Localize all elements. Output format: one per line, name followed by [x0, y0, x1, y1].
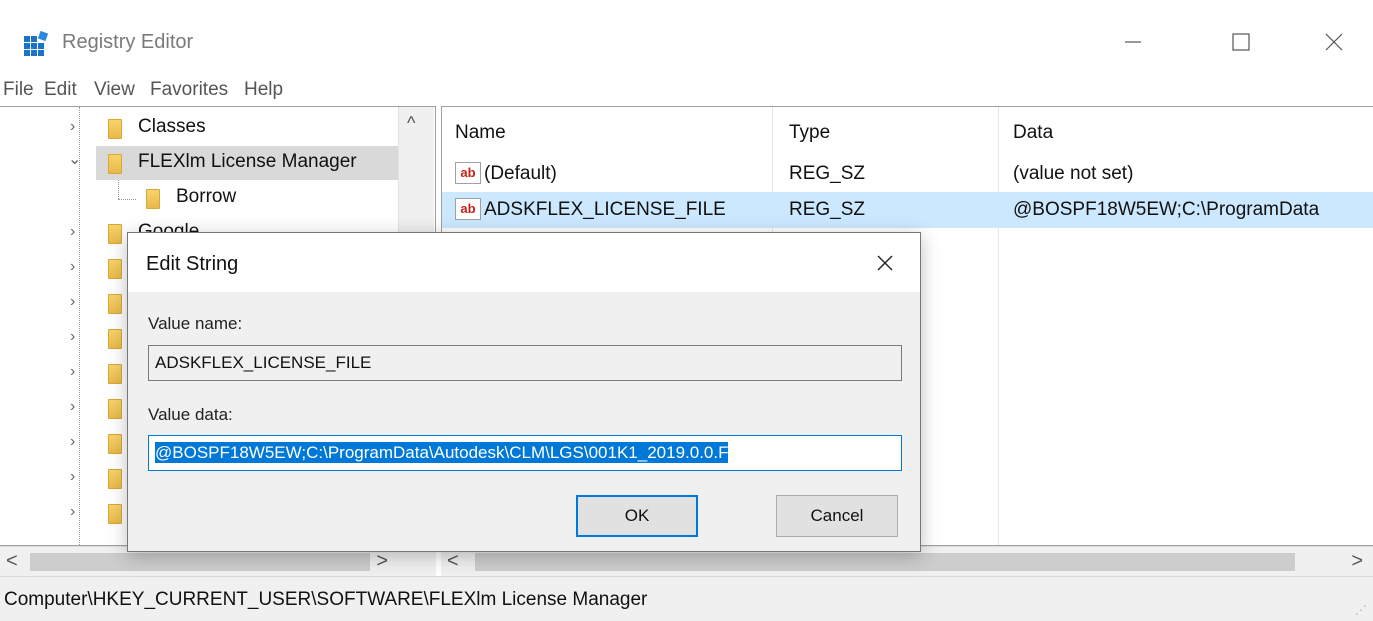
- folder-icon: [108, 294, 122, 314]
- scroll-right-icon[interactable]: >: [1351, 550, 1363, 573]
- expand-chevron-icon[interactable]: ›: [70, 398, 84, 416]
- dialog-close-button[interactable]: [868, 248, 902, 278]
- menu-file[interactable]: File: [3, 79, 34, 101]
- maximize-icon: [1232, 33, 1250, 51]
- folder-icon: [108, 259, 122, 279]
- close-icon: [1325, 33, 1343, 51]
- expand-chevron-icon[interactable]: ›: [70, 503, 84, 521]
- scroll-left-icon[interactable]: <: [6, 550, 18, 573]
- minimize-button[interactable]: [1103, 22, 1163, 62]
- cancel-button[interactable]: Cancel: [776, 495, 898, 537]
- folder-icon: [108, 399, 122, 419]
- folder-icon: [108, 329, 122, 349]
- close-icon: [877, 255, 893, 271]
- value-data: (value not set): [1013, 163, 1134, 184]
- value-data-input[interactable]: @BOSPF18W5EW;C:\ProgramData\Autodesk\CLM…: [148, 435, 902, 471]
- value-name: (Default): [484, 163, 557, 184]
- folder-icon: [108, 119, 122, 139]
- edit-string-dialog: Edit String Value name: ADSKFLEX_LICENSE…: [127, 232, 921, 552]
- value-type: REG_SZ: [789, 199, 866, 220]
- folder-icon: [108, 434, 122, 454]
- menu-help[interactable]: Help: [244, 79, 283, 101]
- current-key-path: Computer\HKEY_CURRENT_USER\SOFTWARE\FLEX…: [4, 589, 648, 610]
- scrollbar-thumb[interactable]: [475, 553, 1295, 571]
- value-name-label: Value name:: [148, 314, 243, 333]
- status-bar: Computer\HKEY_CURRENT_USER\SOFTWARE\FLEX…: [0, 576, 1373, 621]
- value-row-adskflex-license-file[interactable]: ab ADSKFLEX_LICENSE_FILE REG_SZ @BOSPF18…: [442, 192, 1373, 228]
- expand-chevron-icon[interactable]: ›: [70, 293, 84, 311]
- scrollbar-thumb[interactable]: [30, 553, 370, 571]
- folder-icon: [108, 224, 122, 244]
- folder-icon: [108, 504, 122, 524]
- tree-item-label: Borrow: [176, 186, 237, 207]
- dialog-title: Edit String: [146, 253, 239, 275]
- scroll-right-icon[interactable]: >: [376, 550, 388, 573]
- expand-chevron-icon[interactable]: ›: [70, 223, 84, 241]
- expand-chevron-icon[interactable]: ›: [70, 468, 84, 486]
- value-name-field: ADSKFLEX_LICENSE_FILE: [148, 345, 902, 381]
- column-header-type[interactable]: Type: [789, 122, 830, 144]
- value-name: ADSKFLEX_LICENSE_FILE: [484, 199, 726, 220]
- registry-editor-icon: [24, 30, 49, 56]
- ok-button[interactable]: OK: [576, 495, 698, 537]
- scroll-left-icon[interactable]: <: [447, 550, 459, 573]
- close-button[interactable]: [1304, 22, 1364, 62]
- expand-chevron-icon[interactable]: ›: [70, 328, 84, 346]
- tree-item-borrow[interactable]: Borrow: [0, 181, 400, 215]
- expand-chevron-icon[interactable]: ›: [70, 258, 84, 276]
- string-value-icon: ab: [455, 198, 481, 220]
- scroll-up-icon[interactable]: ^: [407, 113, 415, 134]
- menu-view[interactable]: View: [94, 79, 135, 101]
- tree-item-label: Classes: [138, 116, 206, 137]
- window-title: Registry Editor: [62, 31, 194, 53]
- value-row-default[interactable]: ab (Default) REG_SZ (value not set): [442, 156, 1373, 192]
- expand-chevron-icon[interactable]: ›: [70, 433, 84, 451]
- title-bar: Registry Editor: [0, 0, 1373, 78]
- collapse-chevron-icon[interactable]: ⌄: [68, 149, 82, 168]
- folder-icon: [108, 469, 122, 489]
- value-type: REG_SZ: [789, 163, 866, 184]
- menu-bar: File Edit View Favorites Help: [0, 78, 1373, 106]
- folder-icon: [108, 364, 122, 384]
- minimize-icon: [1125, 41, 1141, 43]
- column-header-data[interactable]: Data: [1013, 122, 1053, 144]
- tree-item-label: FLEXlm License Manager: [138, 151, 357, 172]
- expand-chevron-icon[interactable]: ›: [70, 118, 84, 136]
- expand-chevron-icon[interactable]: ›: [70, 363, 84, 381]
- dialog-title-bar: Edit String: [128, 233, 920, 292]
- string-value-icon: ab: [455, 162, 481, 184]
- maximize-button[interactable]: [1211, 22, 1271, 62]
- tree-item-classes[interactable]: › Classes: [0, 111, 400, 145]
- column-header-name[interactable]: Name: [455, 122, 506, 144]
- value-data-text: @BOSPF18W5EW;C:\ProgramData\Autodesk\CLM…: [155, 442, 729, 463]
- value-data: @BOSPF18W5EW;C:\ProgramData: [1013, 199, 1320, 220]
- value-data-label: Value data:: [148, 405, 233, 424]
- folder-icon: [146, 189, 160, 209]
- folder-icon: [108, 154, 122, 174]
- resize-grip-icon[interactable]: ⋰: [1355, 603, 1367, 617]
- menu-favorites[interactable]: Favorites: [150, 79, 228, 101]
- tree-item-flexlm-license-manager[interactable]: ⌄ FLEXlm License Manager: [0, 146, 400, 180]
- menu-edit[interactable]: Edit: [44, 79, 77, 101]
